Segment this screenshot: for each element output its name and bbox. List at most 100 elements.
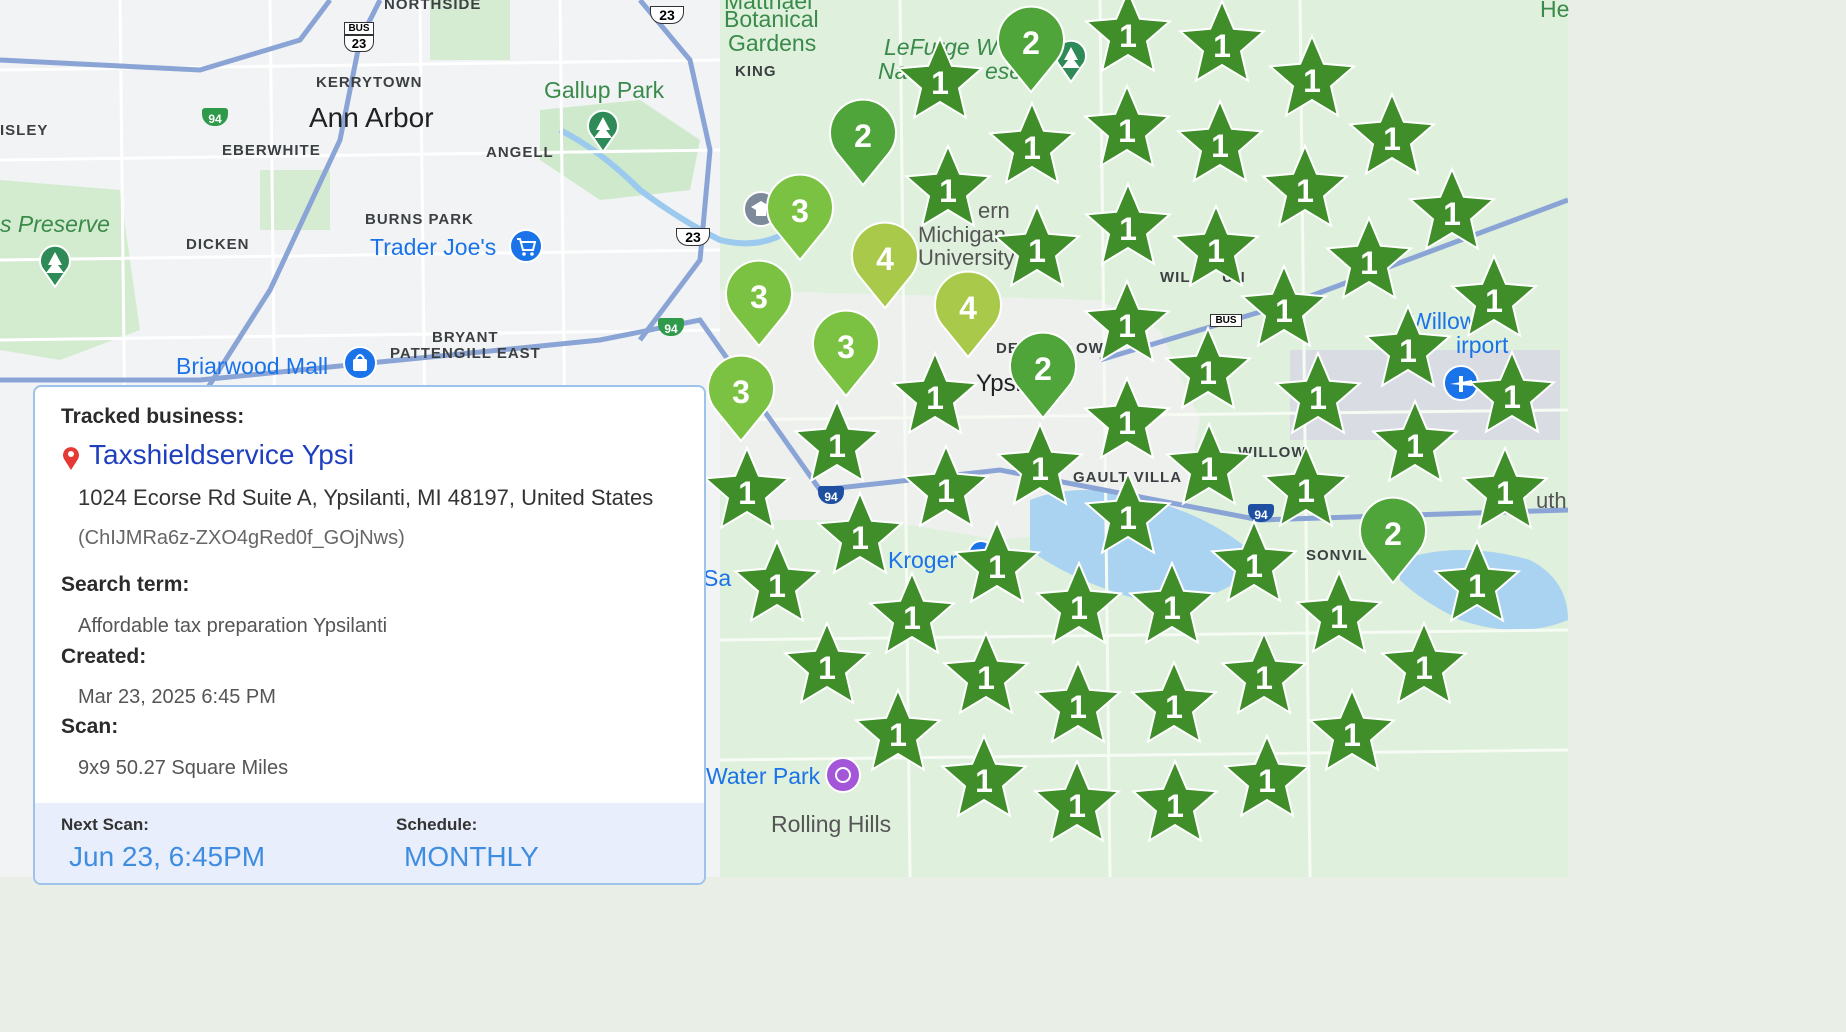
rank-label: 1 — [1200, 451, 1218, 487]
rank-star-marker[interactable]: 1 — [850, 688, 946, 780]
shopping-cart-icon[interactable] — [508, 228, 544, 266]
rank-label: 1 — [1119, 211, 1137, 247]
rank-pin-marker[interactable]: 2 — [1005, 330, 1081, 422]
rank-star-marker[interactable]: 1 — [1304, 688, 1400, 780]
rank-pin-marker[interactable]: 2 — [1355, 495, 1431, 587]
rank-label: 1 — [1383, 121, 1401, 157]
label-rolling-hills: Rolling Hills — [771, 811, 892, 837]
park-pin-icon[interactable] — [586, 108, 620, 154]
rank-label: 1 — [818, 650, 836, 686]
label-gallup-park[interactable]: Gallup Park — [544, 77, 664, 104]
rank-label: 1 — [1406, 428, 1424, 464]
rank-label: 2 — [1034, 351, 1052, 387]
rank-pin-marker[interactable]: 3 — [703, 353, 779, 445]
rank-star-marker[interactable]: 1 — [1206, 519, 1302, 611]
rank-label: 1 — [988, 549, 1006, 585]
rank-star-marker[interactable]: 1 — [984, 101, 1080, 193]
rank-label: 1 — [1468, 568, 1486, 604]
next-scan-label: Next Scan: — [61, 815, 149, 834]
label-bryant: BRYANT — [432, 329, 499, 346]
created-value: Mar 23, 2025 6:45 PM — [78, 686, 276, 708]
rank-label: 1 — [977, 660, 995, 696]
rank-star-marker[interactable]: 1 — [1126, 660, 1222, 752]
rank-label: 1 — [1330, 599, 1348, 635]
rank-star-marker[interactable]: 1 — [1080, 0, 1176, 81]
rank-star-marker[interactable]: 1 — [1321, 216, 1417, 308]
rank-label: 1 — [1255, 660, 1273, 696]
park-pin-icon[interactable] — [38, 243, 72, 289]
rank-star-marker[interactable]: 1 — [1029, 759, 1125, 851]
place-id: (ChIJMRa6z-ZXO4gRed0f_GOjNws) — [78, 527, 405, 549]
rank-pin-marker[interactable]: 2 — [993, 4, 1069, 96]
label-angell: ANGELL — [486, 144, 554, 161]
rank-star-marker[interactable]: 1 — [1127, 759, 1223, 851]
rank-star-marker[interactable]: 1 — [1404, 167, 1500, 259]
rank-label: 1 — [828, 428, 846, 464]
rank-star-marker[interactable]: 1 — [1446, 254, 1542, 346]
rank-label: 1 — [1118, 113, 1136, 149]
rank-star-marker[interactable]: 1 — [699, 446, 795, 538]
label-briarwood-mall[interactable]: Briarwood Mall — [176, 353, 328, 380]
business-name-link[interactable]: Taxshieldservice Ypsi — [89, 439, 354, 471]
rank-label: 1 — [1296, 173, 1314, 209]
rank-star-marker[interactable]: 1 — [1174, 0, 1270, 91]
rank-star-marker[interactable]: 1 — [1124, 561, 1220, 653]
rank-star-marker[interactable]: 1 — [1030, 660, 1126, 752]
rank-label: 4 — [959, 290, 977, 326]
rank-label: 1 — [1023, 130, 1041, 166]
rank-label: 1 — [937, 473, 955, 509]
rank-star-marker[interactable]: 1 — [1360, 304, 1456, 396]
rank-star-marker[interactable]: 1 — [892, 36, 988, 128]
rank-star-marker[interactable]: 1 — [938, 631, 1034, 723]
rank-label: 3 — [732, 374, 750, 410]
tracked-business-label: Tracked business: — [61, 405, 245, 428]
rank-label: 1 — [1297, 473, 1315, 509]
rank-star-marker[interactable]: 1 — [1429, 539, 1525, 631]
location-pin-icon — [63, 447, 79, 470]
rank-label: 4 — [876, 241, 894, 277]
rank-pin-marker[interactable]: 4 — [847, 220, 923, 312]
rank-pin-marker[interactable]: 3 — [808, 308, 884, 400]
label-kerrytown: KERRYTOWN — [316, 74, 423, 91]
rank-star-marker[interactable]: 1 — [1367, 399, 1463, 491]
rank-label: 1 — [903, 600, 921, 636]
rank-star-marker[interactable]: 1 — [1172, 99, 1268, 191]
rank-pin-marker[interactable]: 3 — [721, 258, 797, 350]
rank-label: 1 — [889, 717, 907, 753]
rank-star-marker[interactable]: 1 — [1270, 351, 1366, 443]
rank-pin-marker[interactable]: 4 — [930, 269, 1006, 361]
rank-label: 1 — [1068, 788, 1086, 824]
rank-star-marker[interactable]: 1 — [1216, 631, 1312, 723]
rank-star-marker[interactable]: 1 — [1219, 734, 1315, 826]
rank-label: 1 — [1165, 689, 1183, 725]
label-ann-arbor: Ann Arbor — [309, 102, 434, 133]
rank-star-marker[interactable]: 1 — [729, 539, 825, 631]
rank-label: 1 — [768, 568, 786, 604]
rank-pin-marker[interactable]: 3 — [762, 172, 838, 264]
rank-label: 1 — [1309, 380, 1327, 416]
rank-star-marker[interactable]: 1 — [1031, 561, 1127, 653]
shopping-bag-icon[interactable] — [342, 345, 378, 383]
search-term-label: Search term: — [61, 573, 190, 596]
label-king: KING — [735, 63, 777, 80]
rank-star-marker[interactable]: 1 — [936, 734, 1032, 826]
rank-label: 3 — [837, 329, 855, 365]
label-water-park[interactable]: Water Park — [706, 763, 820, 790]
rank-label: 1 — [1211, 128, 1229, 164]
rank-label: 2 — [1384, 516, 1402, 552]
label-trader-joes[interactable]: Trader Joe's — [370, 234, 496, 261]
rank-star-marker[interactable]: 1 — [789, 399, 885, 491]
rank-star-marker[interactable]: 1 — [1079, 84, 1175, 176]
rank-label: 1 — [939, 173, 957, 209]
rank-star-marker[interactable]: 1 — [1080, 471, 1176, 563]
next-scan-value: Jun 23, 6:45PM — [69, 841, 266, 872]
rank-star-marker[interactable]: 1 — [887, 351, 983, 443]
bus-route-number: 23 — [344, 35, 374, 52]
rank-star-marker[interactable]: 1 — [1464, 350, 1560, 442]
rank-star-marker[interactable]: 1 — [812, 491, 908, 583]
rank-star-marker[interactable]: 1 — [1080, 182, 1176, 274]
rank-label: 1 — [1070, 590, 1088, 626]
rank-star-marker[interactable]: 1 — [1457, 446, 1553, 538]
label-preserve: s Preserve — [0, 211, 110, 237]
rank-star-marker[interactable]: 1 — [992, 422, 1088, 514]
